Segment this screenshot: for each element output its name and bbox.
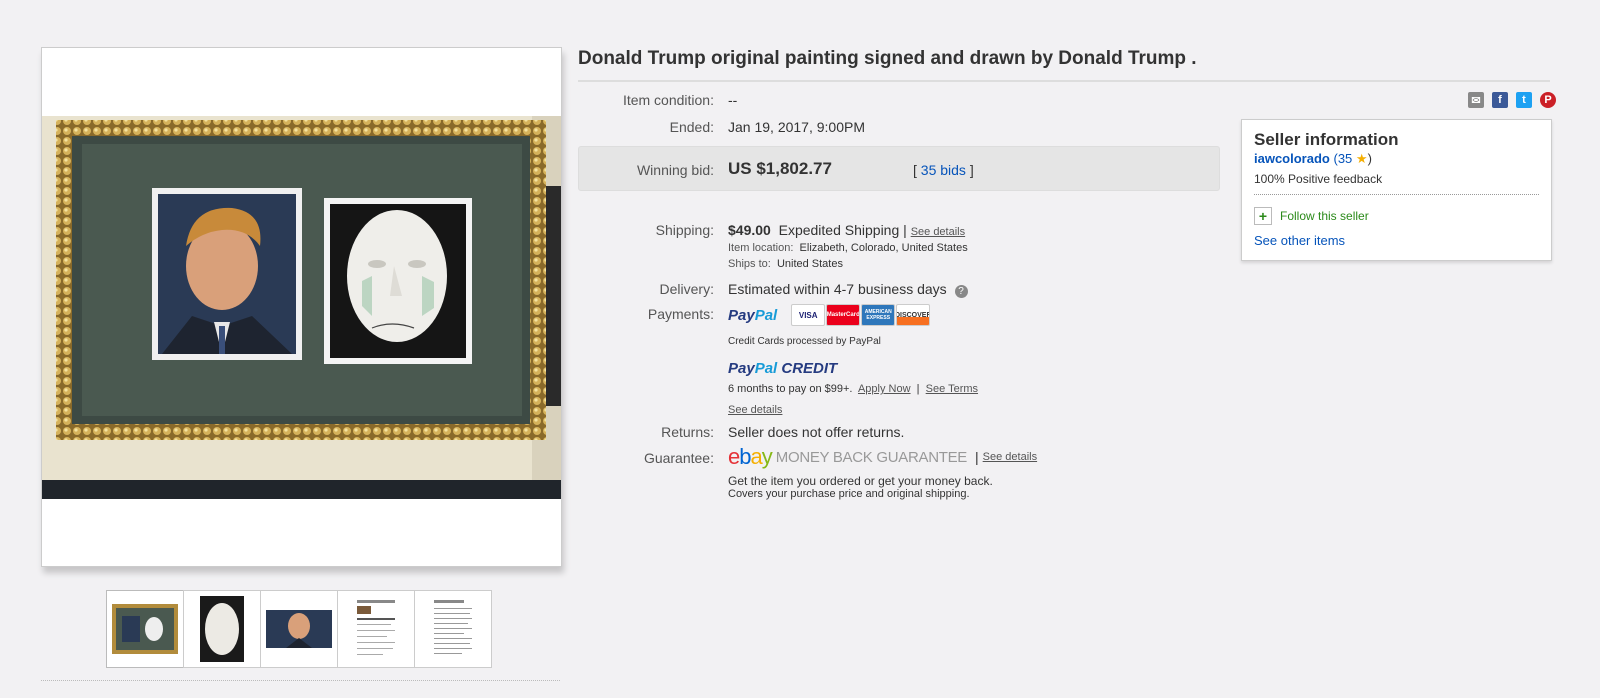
bid-history-link[interactable]: 35 bids bbox=[921, 162, 966, 178]
item-title: Donald Trump original painting signed an… bbox=[578, 48, 1197, 69]
seller-heading: Seller information bbox=[1254, 130, 1399, 149]
seller-info-box: Seller information iawcolorado (35 ★) 10… bbox=[1241, 119, 1552, 261]
ships-to: Ships to: United States bbox=[728, 258, 843, 270]
guarantee-see-details-link[interactable]: See details bbox=[983, 451, 1037, 463]
other-items-row: See other items bbox=[1254, 233, 1539, 248]
returns-label: Returns: bbox=[661, 424, 714, 440]
winning-bid-label: Winning bid: bbox=[636, 162, 714, 178]
bid-count-open: [ bbox=[913, 162, 917, 178]
credit-see-details-row: See details bbox=[728, 400, 782, 416]
framed-painting-image bbox=[42, 116, 561, 499]
share-icons: ✉ f t P bbox=[1460, 92, 1556, 108]
see-terms-link[interactable]: See Terms bbox=[926, 383, 978, 395]
thumbnail-image bbox=[112, 604, 178, 654]
bid-count-close: ] bbox=[969, 162, 974, 178]
thumbnail-5[interactable] bbox=[414, 590, 492, 668]
thumbnail-image bbox=[266, 610, 332, 648]
follow-seller[interactable]: + Follow this seller bbox=[1254, 207, 1539, 225]
returns-value: Seller does not offer returns. bbox=[728, 424, 905, 440]
thumbnail-4[interactable] bbox=[337, 590, 415, 668]
money-back-guarantee: MONEY BACK GUARANTEE bbox=[775, 448, 968, 466]
thumbnail-1[interactable] bbox=[106, 590, 184, 668]
credit-see-details-link[interactable]: See details bbox=[728, 404, 782, 416]
thumbnail-image bbox=[200, 596, 244, 662]
paypal-credit-offer: 6 months to pay on $99+. Apply Now | See… bbox=[728, 383, 978, 395]
seller-name-row: iawcolorado (35 ★) bbox=[1254, 151, 1539, 167]
mastercard-card-icon: MasterCard bbox=[826, 304, 861, 326]
plus-icon: + bbox=[1254, 207, 1272, 225]
credit-offer-text: 6 months to pay on $99+. bbox=[728, 383, 853, 395]
ended-value: Jan 19, 2017, 9:00PM bbox=[728, 119, 865, 135]
see-other-items-link[interactable]: See other items bbox=[1254, 233, 1345, 248]
star-icon: ★ bbox=[1355, 151, 1368, 166]
main-photo[interactable] bbox=[42, 116, 561, 499]
guarantee-row: ebay MONEY BACK GUARANTEE | See details bbox=[728, 444, 1037, 470]
main-image-frame bbox=[41, 47, 562, 567]
thumbnail-image bbox=[430, 596, 476, 662]
feedback-close: ) bbox=[1367, 151, 1372, 166]
section-divider bbox=[41, 680, 560, 681]
thumbnail-3[interactable] bbox=[260, 590, 338, 668]
apply-now-link[interactable]: Apply Now bbox=[858, 383, 911, 395]
ended-label: Ended: bbox=[669, 119, 714, 135]
shipping-method: Expedited Shipping bbox=[778, 222, 900, 238]
pinterest-share-icon[interactable]: P bbox=[1540, 92, 1556, 108]
card-logos: VISA MasterCard AMERICAN EXPRESS DISCOVE… bbox=[791, 304, 931, 326]
follow-seller-label: Follow this seller bbox=[1280, 209, 1369, 223]
twitter-share-icon[interactable]: t bbox=[1516, 92, 1532, 108]
shipping-value: $49.00 Expedited Shipping | See details bbox=[728, 222, 965, 238]
paypal-logo: PayPal bbox=[728, 306, 778, 324]
guarantee-label: Guarantee: bbox=[643, 450, 714, 466]
guarantee-separator: | bbox=[975, 449, 979, 465]
positive-feedback: 100% Positive feedback bbox=[1254, 172, 1539, 195]
shipping-price: $49.00 bbox=[728, 222, 771, 238]
shipping-separator: | bbox=[903, 222, 907, 238]
delivery-value-row: Estimated within 4-7 business days ? bbox=[728, 281, 968, 298]
seller-username-link[interactable]: iawcolorado bbox=[1254, 151, 1330, 166]
credit-separator: | bbox=[916, 383, 920, 395]
help-icon[interactable]: ? bbox=[954, 285, 968, 298]
condition-label: Item condition: bbox=[622, 92, 714, 108]
paypal-credit-logo: PayPal CREDIT bbox=[728, 360, 838, 377]
condition-value: -- bbox=[728, 92, 738, 108]
discover-card-icon: DISCOVER bbox=[896, 304, 931, 326]
thumbnail-image bbox=[353, 596, 399, 662]
shipping-label: Shipping: bbox=[655, 222, 714, 238]
ebay-logo: ebay bbox=[728, 444, 773, 469]
email-share-icon[interactable]: ✉ bbox=[1468, 92, 1484, 108]
thumbnail-2[interactable] bbox=[183, 590, 261, 668]
guarantee-line-2: Covers your purchase price and original … bbox=[728, 488, 970, 500]
credit-cards-note: Credit Cards processed by PayPal bbox=[728, 336, 881, 347]
item-location-label: Item location: bbox=[728, 242, 794, 254]
guarantee-line-1: Get the item you ordered or get your mon… bbox=[728, 474, 993, 488]
bid-count: [ 35 bids ] bbox=[913, 162, 974, 178]
shipping-see-details-link[interactable]: See details bbox=[911, 226, 965, 238]
payments-label: Payments: bbox=[647, 306, 714, 322]
amex-card-icon: AMERICAN EXPRESS bbox=[861, 304, 896, 326]
facebook-share-icon[interactable]: f bbox=[1492, 92, 1508, 108]
title-divider bbox=[578, 80, 1550, 82]
visa-card-icon: VISA bbox=[791, 304, 826, 326]
item-location-value: Elizabeth, Colorado, United States bbox=[799, 242, 968, 254]
winning-bid-value: US $1,802.77 bbox=[728, 159, 832, 178]
ships-to-label: Ships to: bbox=[728, 258, 771, 270]
payment-methods: PayPal VISA MasterCard AMERICAN EXPRESS … bbox=[728, 304, 931, 326]
feedback-score-link[interactable]: 35 bbox=[1338, 151, 1352, 166]
delivery-value: Estimated within 4-7 business days bbox=[728, 281, 947, 297]
ships-to-value: United States bbox=[776, 258, 843, 270]
delivery-label: Delivery: bbox=[659, 281, 714, 297]
thumbnail-strip bbox=[106, 590, 492, 668]
item-location: Item location: Elizabeth, Colorado, Unit… bbox=[728, 242, 968, 254]
